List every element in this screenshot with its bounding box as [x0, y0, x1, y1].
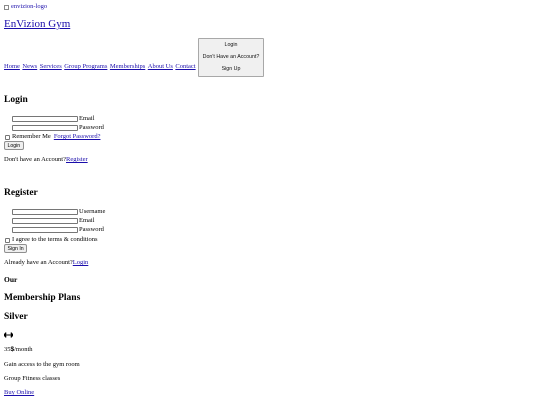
- login-email-row: Email: [12, 115, 95, 123]
- register-password-input[interactable]: [12, 227, 78, 234]
- login-email-label: Email: [79, 115, 95, 122]
- register-email-label: Email: [79, 217, 95, 224]
- plan-name: Silver: [4, 312, 28, 322]
- login-link[interactable]: Login: [73, 259, 89, 266]
- remember-me-label: Remember Me: [12, 133, 51, 140]
- terms-checkbox[interactable]: [5, 237, 10, 243]
- plan-feature-2: Group Fitness classes: [4, 375, 61, 382]
- menu-item-login[interactable]: Login: [199, 42, 263, 49]
- register-password-label: Password: [79, 226, 104, 233]
- register-email-input[interactable]: [12, 218, 78, 225]
- register-email-row: Email: [12, 217, 95, 225]
- nav-contact[interactable]: Contact: [175, 63, 195, 71]
- dumbbell-icon: [4, 332, 13, 338]
- register-link[interactable]: Register: [66, 156, 88, 163]
- register-username-row: Username: [12, 208, 105, 216]
- nav-services[interactable]: Services: [40, 63, 62, 71]
- account-dropdown-menu: Login Don't Have an Account? Sign Up: [198, 38, 264, 77]
- register-username-label: Username: [79, 208, 106, 215]
- register-title: Register: [4, 188, 38, 198]
- register-username-input[interactable]: [12, 209, 78, 216]
- login-submit-button[interactable]: Login: [4, 141, 24, 150]
- memberships-title: Membership Plans: [4, 293, 81, 303]
- register-prompt: Don't have an Account?Register: [4, 156, 88, 164]
- login-prompt: Already have an Account?Login: [4, 259, 88, 267]
- terms-label: I agree to the terms & conditions: [12, 236, 98, 243]
- buy-online-link[interactable]: Buy Online: [4, 389, 34, 396]
- login-prompt-text: Already have an Account?: [4, 259, 73, 266]
- site-title-link[interactable]: EnVizion Gym: [4, 18, 70, 30]
- logo-image[interactable]: envizion-logo: [4, 3, 47, 13]
- forgot-password-link[interactable]: Forgot Password?: [54, 133, 101, 141]
- plan-period: /month: [14, 346, 33, 353]
- broken-image-icon: [4, 4, 9, 10]
- nav-home[interactable]: Home: [4, 63, 20, 71]
- menu-item-sign-up[interactable]: Sign Up: [199, 66, 263, 73]
- memberships-prefix: Our: [4, 275, 18, 284]
- login-password-row: Password: [12, 124, 104, 132]
- register-password-row: Password: [12, 226, 104, 234]
- logo-alt-text: envizion-logo: [11, 3, 48, 10]
- login-password-input[interactable]: [12, 125, 78, 132]
- login-email-input[interactable]: [12, 116, 78, 123]
- login-password-label: Password: [79, 124, 104, 131]
- remember-row: Remember Me Forgot Password?: [5, 133, 100, 141]
- menu-item-no-account[interactable]: Don't Have an Account?: [199, 54, 263, 61]
- terms-row: I agree to the terms & conditions: [5, 236, 98, 244]
- main-nav: Home News Services Group Programs Member…: [4, 63, 196, 71]
- nav-group-programs[interactable]: Group Programs: [64, 63, 107, 71]
- login-title: Login: [4, 95, 28, 105]
- plan-price: 35$/month: [4, 346, 33, 354]
- remember-me-checkbox[interactable]: [5, 134, 10, 140]
- register-submit-button[interactable]: Sign In: [4, 244, 28, 253]
- nav-about-us[interactable]: About Us: [148, 63, 173, 71]
- nav-news[interactable]: News: [22, 63, 37, 71]
- register-prompt-text: Don't have an Account?: [4, 156, 66, 163]
- plan-feature-1: Gain access to the gym room: [4, 361, 80, 368]
- nav-memberships[interactable]: Memberships: [110, 63, 145, 71]
